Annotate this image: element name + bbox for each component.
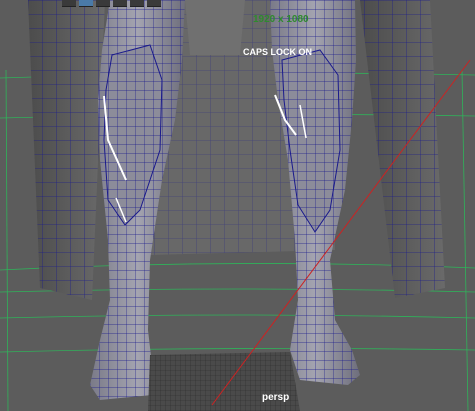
viewport-toolbar (62, 0, 161, 7)
snap-icon[interactable] (147, 0, 161, 7)
maya-perspective-viewport[interactable]: 1920 x 1080 CAPS LOCK ON persp (0, 0, 475, 411)
soft-select-icon[interactable] (130, 0, 144, 7)
caps-lock-warning: CAPS LOCK ON (243, 47, 313, 57)
cape-mesh (28, 0, 445, 300)
resolution-gate-label: 1920 x 1080 (253, 14, 309, 25)
scene-canvas[interactable] (0, 0, 475, 411)
move-tool-icon[interactable] (79, 0, 93, 7)
camera-name-label: persp (262, 392, 290, 403)
rotate-tool-icon[interactable] (96, 0, 110, 7)
scale-tool-icon[interactable] (113, 0, 127, 7)
select-tool-icon[interactable] (62, 0, 76, 7)
